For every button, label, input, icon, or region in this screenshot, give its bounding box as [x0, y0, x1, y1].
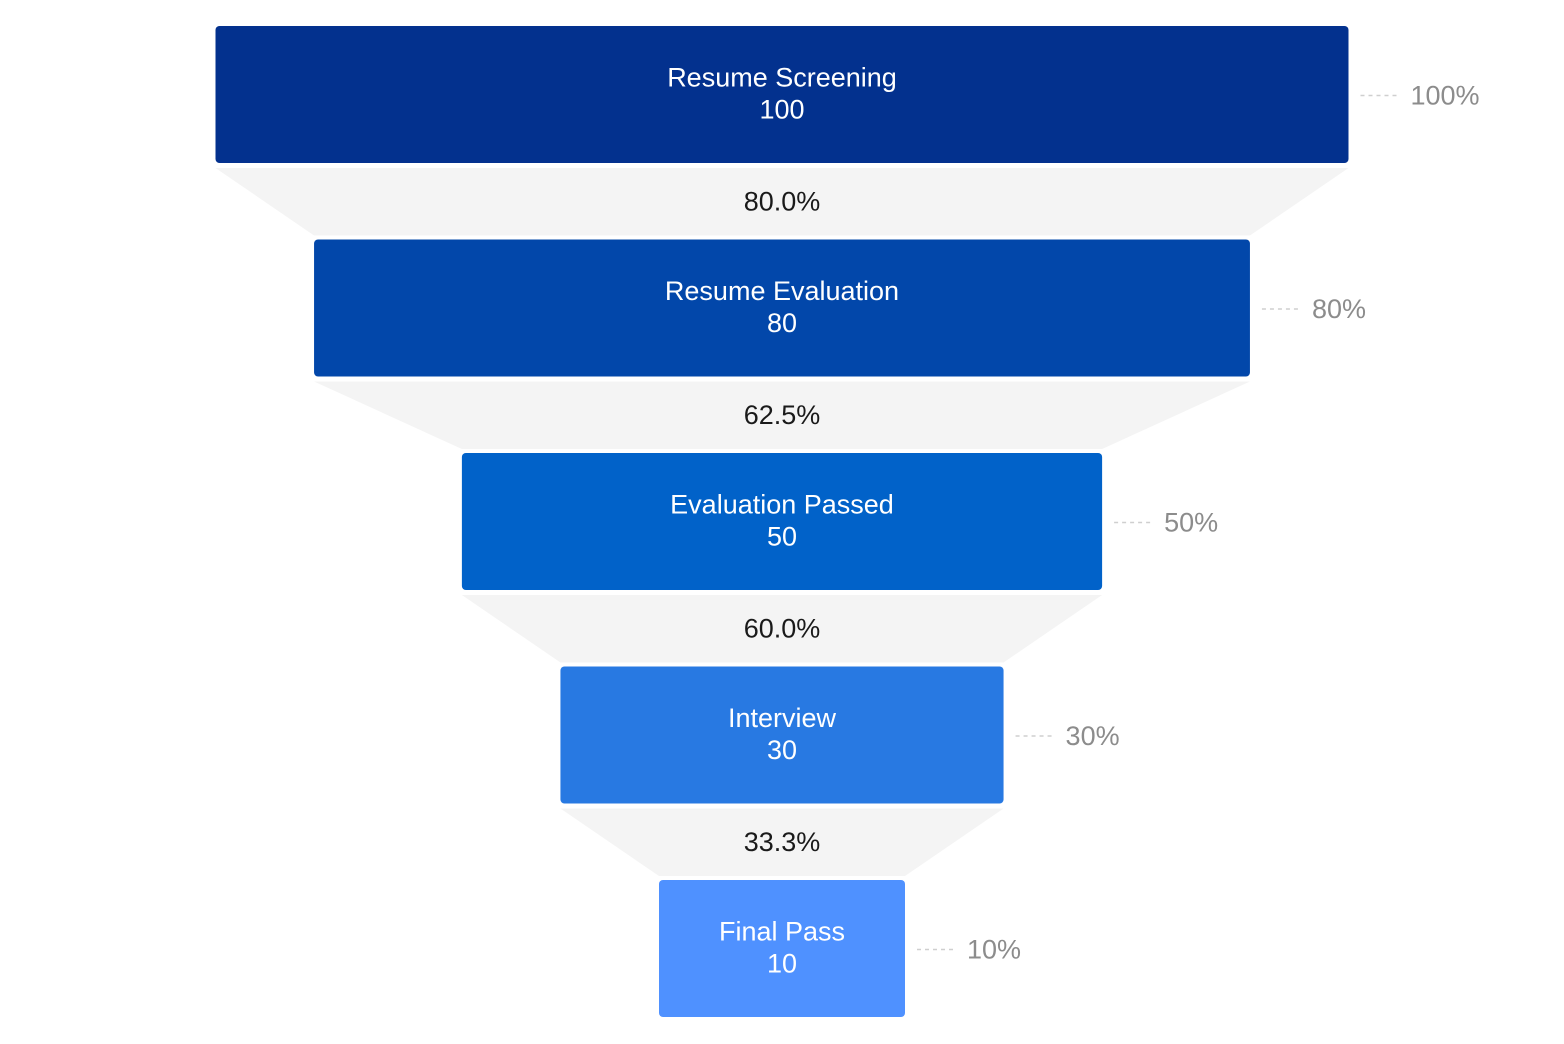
- stage-name-label: Final Pass: [719, 917, 845, 947]
- conversion-rate-label: 62.5%: [744, 400, 821, 430]
- stage-percent-label: 50%: [1164, 508, 1218, 538]
- conversion-rate-label: 80.0%: [744, 186, 821, 216]
- stage-name-label: Interview: [728, 703, 837, 733]
- stage-name-label: Resume Evaluation: [665, 276, 899, 306]
- stage-value-label: 100: [759, 95, 804, 125]
- stage-percent-label: 100%: [1411, 81, 1480, 111]
- conversion-rate-label: 60.0%: [744, 613, 821, 643]
- stage-name-label: Evaluation Passed: [670, 490, 894, 520]
- stage-value-label: 80: [767, 308, 797, 338]
- stage-name-label: Resume Screening: [667, 63, 897, 93]
- conversion-rate-label: 33.3%: [744, 827, 821, 857]
- stage-value-label: 50: [767, 522, 797, 552]
- stage-percent-label: 30%: [1066, 721, 1120, 751]
- stage-percent-label: 10%: [967, 935, 1021, 965]
- stage-value-label: 30: [767, 735, 797, 765]
- stage-percent-label: 80%: [1312, 294, 1366, 324]
- funnel-chart: Resume Screening100 Resume Evaluation80 Ev…: [215, 26, 1480, 1017]
- stage-value-label: 10: [767, 949, 797, 979]
